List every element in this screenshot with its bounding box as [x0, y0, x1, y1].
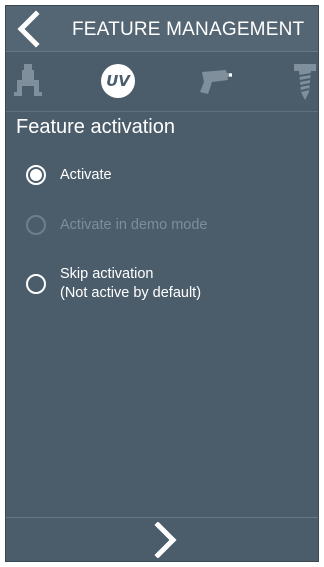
chevron-left-icon [17, 10, 40, 48]
option-demo-mode-label: Activate in demo mode [60, 217, 208, 233]
tab-gripper[interactable] [10, 62, 46, 102]
gripper-icon [14, 64, 42, 96]
radio-demo-mode [26, 215, 46, 235]
next-button[interactable] [151, 521, 179, 559]
option-skip-line2: (Not active by default) [60, 285, 202, 301]
page-title: FEATURE MANAGEMENT [72, 19, 305, 40]
tab-uv[interactable]: UV [101, 64, 135, 98]
feature-tabs: UV [6, 52, 318, 112]
uv-icon: UV [106, 72, 130, 90]
screw-icon [294, 64, 316, 100]
option-skip-label: Skip activation (Not active by default) [60, 265, 201, 303]
footer-bar [6, 517, 318, 561]
radio-skip[interactable] [26, 274, 46, 294]
section-title: Feature activation [16, 116, 175, 138]
tab-scanner[interactable] [196, 62, 236, 102]
back-button[interactable] [12, 10, 44, 48]
scanner-gun-icon [200, 70, 232, 94]
tab-screw[interactable] [290, 62, 320, 102]
chevron-right-icon [154, 521, 177, 559]
header-bar: FEATURE MANAGEMENT [6, 6, 318, 52]
radio-activate[interactable] [26, 165, 46, 185]
app-window: FEATURE MANAGEMENT UV Feature activation… [5, 5, 319, 562]
option-activate-label: Activate [60, 167, 112, 183]
option-skip-line1: Skip activation [60, 266, 154, 282]
